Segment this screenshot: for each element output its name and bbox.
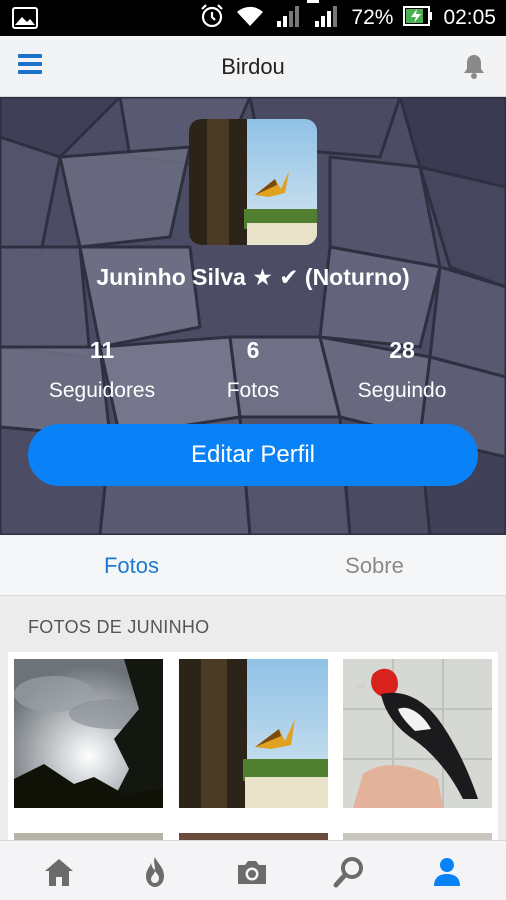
battery-percent: 72% [351,6,394,29]
profile-icon[interactable] [430,855,464,889]
photo-thumbnail[interactable] [179,659,328,808]
search-icon[interactable] [332,855,366,889]
app-title: Birdou [221,54,285,79]
profile-name: Juninho Silva ★ ✔ (Noturno) [96,264,410,290]
status-bar: 2 72% 02:05 [0,0,506,36]
tab-fotos[interactable]: Fotos [5,535,258,596]
signal-icon [275,3,303,34]
stat-label: Fotos [226,379,280,402]
tab-sobre[interactable]: Sobre [248,535,501,596]
stat-seguindo[interactable]: 28 Seguindo [327,337,477,403]
stat-value: 28 [389,337,415,363]
profile-header: Juninho Silva ★ ✔ (Noturno) 11 Seguidore… [0,97,506,535]
photo-thumbnail[interactable] [343,659,492,808]
photo-grid [8,652,498,841]
app-bar: Birdou [0,36,506,97]
camera-icon[interactable] [235,855,269,889]
sim-badge: 2 [307,0,341,34]
bell-icon[interactable] [460,52,488,80]
photo-thumbnail[interactable] [14,659,163,808]
signal-icon [315,5,338,27]
wifi-icon [235,4,265,33]
stat-label: Seguindo [357,379,447,402]
flame-icon[interactable] [138,855,172,889]
stat-value: 11 [89,337,115,363]
gallery-icon [12,7,38,34]
profile-avatar[interactable] [189,119,317,245]
photos-section-title: FOTOS DE JUNINHO [28,617,210,637]
profile-tabs: Fotos Sobre [0,535,506,596]
alarm-icon [199,3,225,34]
stat-seguidores[interactable]: 11 Seguidores [27,337,177,403]
stat-fotos[interactable]: 6 Fotos [178,337,328,403]
battery-charging-icon [403,5,433,32]
edit-profile-button[interactable]: Editar Perfil [28,424,478,486]
stat-label: Seguidores [48,379,156,402]
bottom-navigation [0,840,506,900]
clock: 02:05 [443,6,496,29]
home-icon[interactable] [42,855,76,889]
stat-value: 6 [246,337,260,363]
